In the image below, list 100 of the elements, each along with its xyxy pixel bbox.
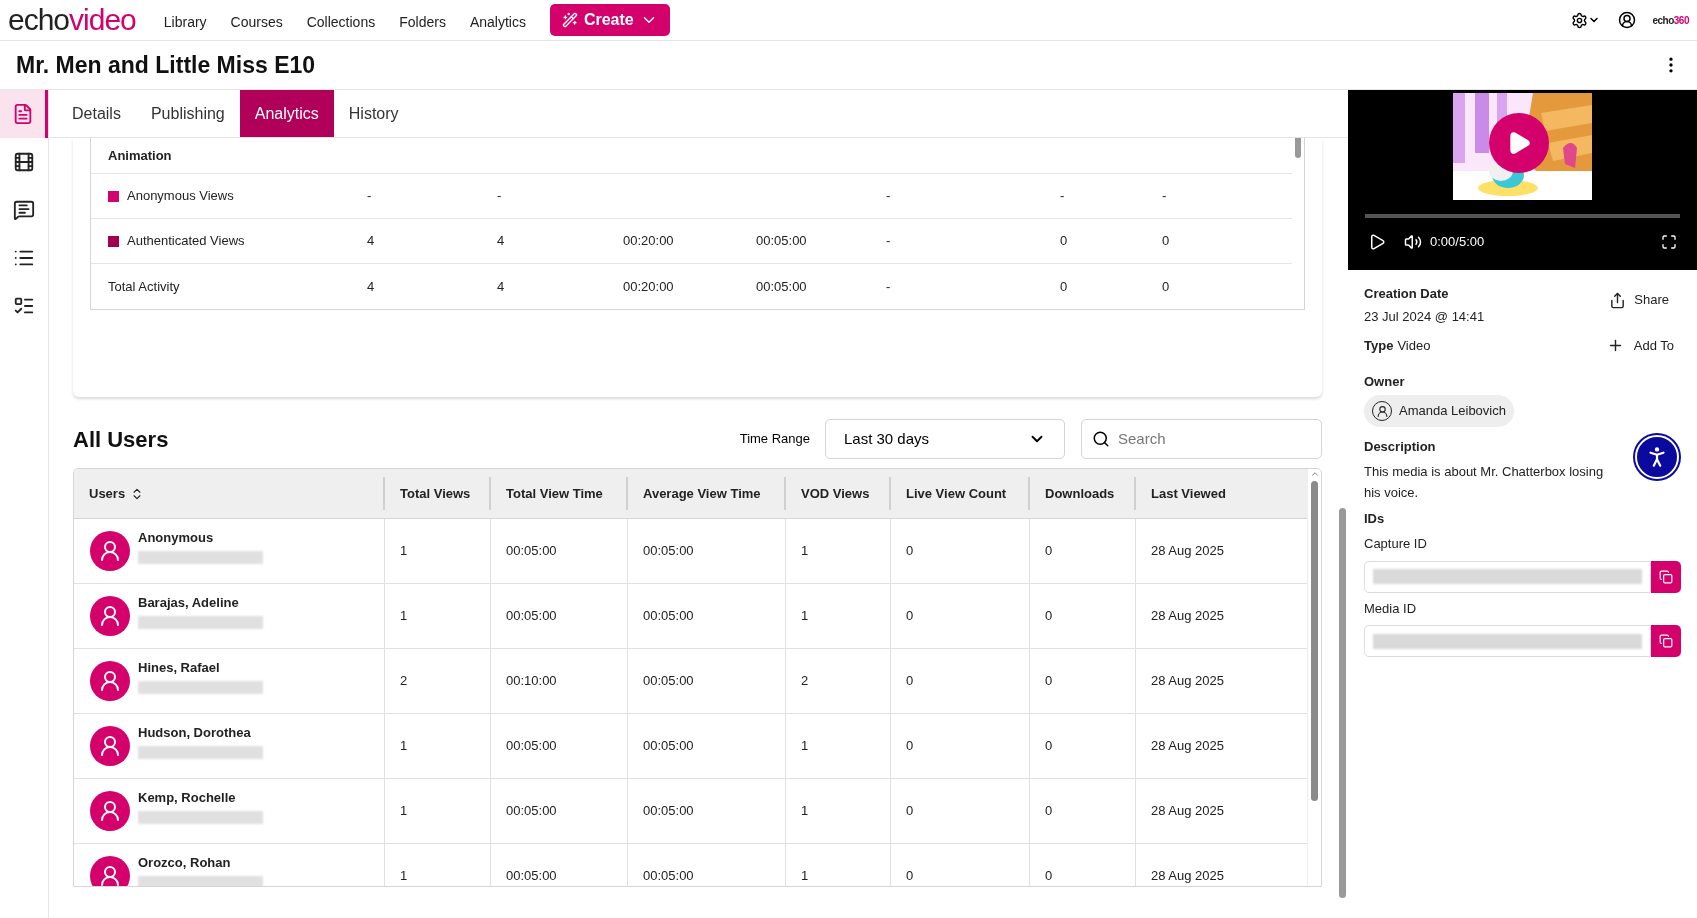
tab[interactable]: History: [333, 90, 414, 137]
document-icon[interactable]: [0, 90, 48, 138]
table-cell: 0: [1060, 278, 1068, 294]
search-field[interactable]: Search: [1081, 419, 1322, 459]
add-to-button[interactable]: Add To: [1606, 336, 1674, 356]
table-cell-text: 0: [1045, 542, 1053, 561]
column-header: Total View Time: [506, 484, 603, 503]
tab[interactable]: Details: [57, 90, 136, 137]
id-label: Capture ID: [1364, 535, 1428, 553]
table-cell: -: [1162, 188, 1167, 204]
copy-button[interactable]: [1651, 625, 1681, 657]
table-cell-text: 00:05:00: [643, 542, 694, 561]
nav-link[interactable]: Folders: [399, 11, 446, 33]
table-cell-text: 1: [400, 802, 408, 821]
user-name: Kemp, Rochelle: [138, 789, 237, 808]
gear-icon: [1571, 11, 1589, 29]
table-cell-text: 0: [906, 607, 914, 626]
user-name: Hudson, Dorothea: [138, 724, 252, 743]
table-cell-text: 00:05:00: [643, 737, 694, 756]
table-cell: -: [886, 278, 891, 294]
table-cell-text: 0: [1045, 802, 1053, 821]
table-cell-text: 00:05:00: [506, 802, 557, 821]
user-name: Orozco, Rohan: [138, 854, 232, 873]
table-cell-text: 00:05:00: [643, 607, 694, 626]
nav-link[interactable]: Courses: [230, 11, 283, 33]
share-button[interactable]: Share: [1609, 288, 1669, 312]
play-icon[interactable]: [1368, 232, 1386, 251]
table-cell-text: 00:05:00: [506, 607, 557, 626]
avatar-icon: [90, 596, 130, 636]
column-header[interactable]: Users: [89, 483, 145, 504]
fullscreen-icon[interactable]: [1661, 233, 1677, 250]
tab[interactable]: Publishing: [135, 90, 240, 137]
table-cell: 00:05:00: [756, 233, 807, 249]
share-icon: [1609, 291, 1627, 309]
table-cell-text: 1: [400, 867, 408, 886]
row-label: Total Activity: [108, 277, 180, 296]
column-header: Last Viewed: [1151, 484, 1226, 503]
user-account-icon[interactable]: [1618, 11, 1637, 29]
copy-icon: [1659, 569, 1673, 584]
table-cell-text: 1: [400, 542, 408, 561]
table-cell-text: 00:05:00: [506, 542, 557, 561]
tab[interactable]: Analytics: [239, 90, 334, 137]
volume-icon[interactable]: [1404, 232, 1422, 251]
nav-link[interactable]: Library: [163, 11, 207, 33]
avatar-icon: [90, 531, 130, 571]
table-cell-text: 28 Aug 2025: [1151, 542, 1225, 561]
column-header: Total Views: [400, 484, 471, 503]
table-cell: 0: [1060, 233, 1068, 249]
table-cell: 4: [367, 233, 375, 249]
page-title: Mr. Men and Little Miss E10: [16, 50, 316, 80]
search-icon: [1092, 430, 1110, 448]
table-cell: 00:20:00: [623, 233, 674, 249]
table-cell: 4: [497, 233, 505, 249]
id-field[interactable]: [1364, 625, 1651, 657]
time-display: 0:00/5:00: [1430, 233, 1485, 251]
owner-chip[interactable]: Amanda Leibovich: [1364, 395, 1514, 427]
scroll-up-icon[interactable]: [1309, 469, 1320, 479]
search-input[interactable]: Search: [1118, 427, 1298, 451]
table-cell: -: [1060, 188, 1065, 204]
logo[interactable]: echovideo: [8, 5, 136, 35]
table-cell: 4: [367, 278, 375, 294]
avatar-icon: [90, 856, 130, 886]
nav-link[interactable]: Collections: [306, 11, 376, 33]
table-cell-text: 0: [906, 542, 914, 561]
creation-date-value: 23 Jul 2024 @ 14:41: [1364, 307, 1485, 326]
table-cell-text: 28 Aug 2025: [1151, 867, 1225, 886]
brand-logo: echo360: [1652, 13, 1689, 28]
table-cell: -: [886, 233, 891, 249]
table-cell-text: 2: [400, 672, 408, 691]
time-range-dropdown[interactable]: Last 30 days: [825, 419, 1065, 459]
section-heading: All Users: [73, 425, 169, 454]
table-cell-text: 2: [801, 672, 809, 691]
copy-button[interactable]: [1651, 560, 1681, 593]
description-text: This media is about Mr. Chatterbox losing his voice.: [1364, 462, 1605, 502]
table-cell-text: 28 Aug 2025: [1151, 672, 1225, 691]
table-cell: 0: [1162, 278, 1170, 294]
table-cell: 00:20:00: [623, 278, 674, 294]
time-range-label: Time Range: [739, 430, 810, 449]
table-cell-text: 00:05:00: [506, 867, 557, 886]
table-cell-text: 0: [906, 672, 914, 691]
create-button[interactable]: Create: [549, 4, 670, 36]
owner-label: Owner: [1364, 372, 1406, 391]
row-label: Anonymous Views: [127, 187, 234, 206]
table-cell-text: 28 Aug 2025: [1151, 607, 1225, 626]
table-cell-text: 1: [801, 802, 809, 821]
accessibility-button[interactable]: [1635, 435, 1679, 479]
table-cell: -: [886, 188, 891, 204]
table-cell: -: [367, 188, 372, 204]
scrollbar[interactable]: [1307, 469, 1321, 886]
table-cell: -: [497, 188, 502, 204]
table-cell-text: 28 Aug 2025: [1151, 737, 1225, 756]
table-cell-text: 1: [801, 542, 809, 561]
table-cell-text: 0: [1045, 672, 1053, 691]
id-field[interactable]: [1364, 560, 1651, 593]
settings-button[interactable]: [1571, 11, 1601, 29]
table-cell-text: 00:05:00: [643, 672, 694, 691]
nav-link[interactable]: Analytics: [469, 11, 526, 33]
column-header: Average View Time: [643, 484, 761, 503]
table-cell-text: 1: [400, 607, 408, 626]
table-cell-text: 00:05:00: [506, 737, 557, 756]
